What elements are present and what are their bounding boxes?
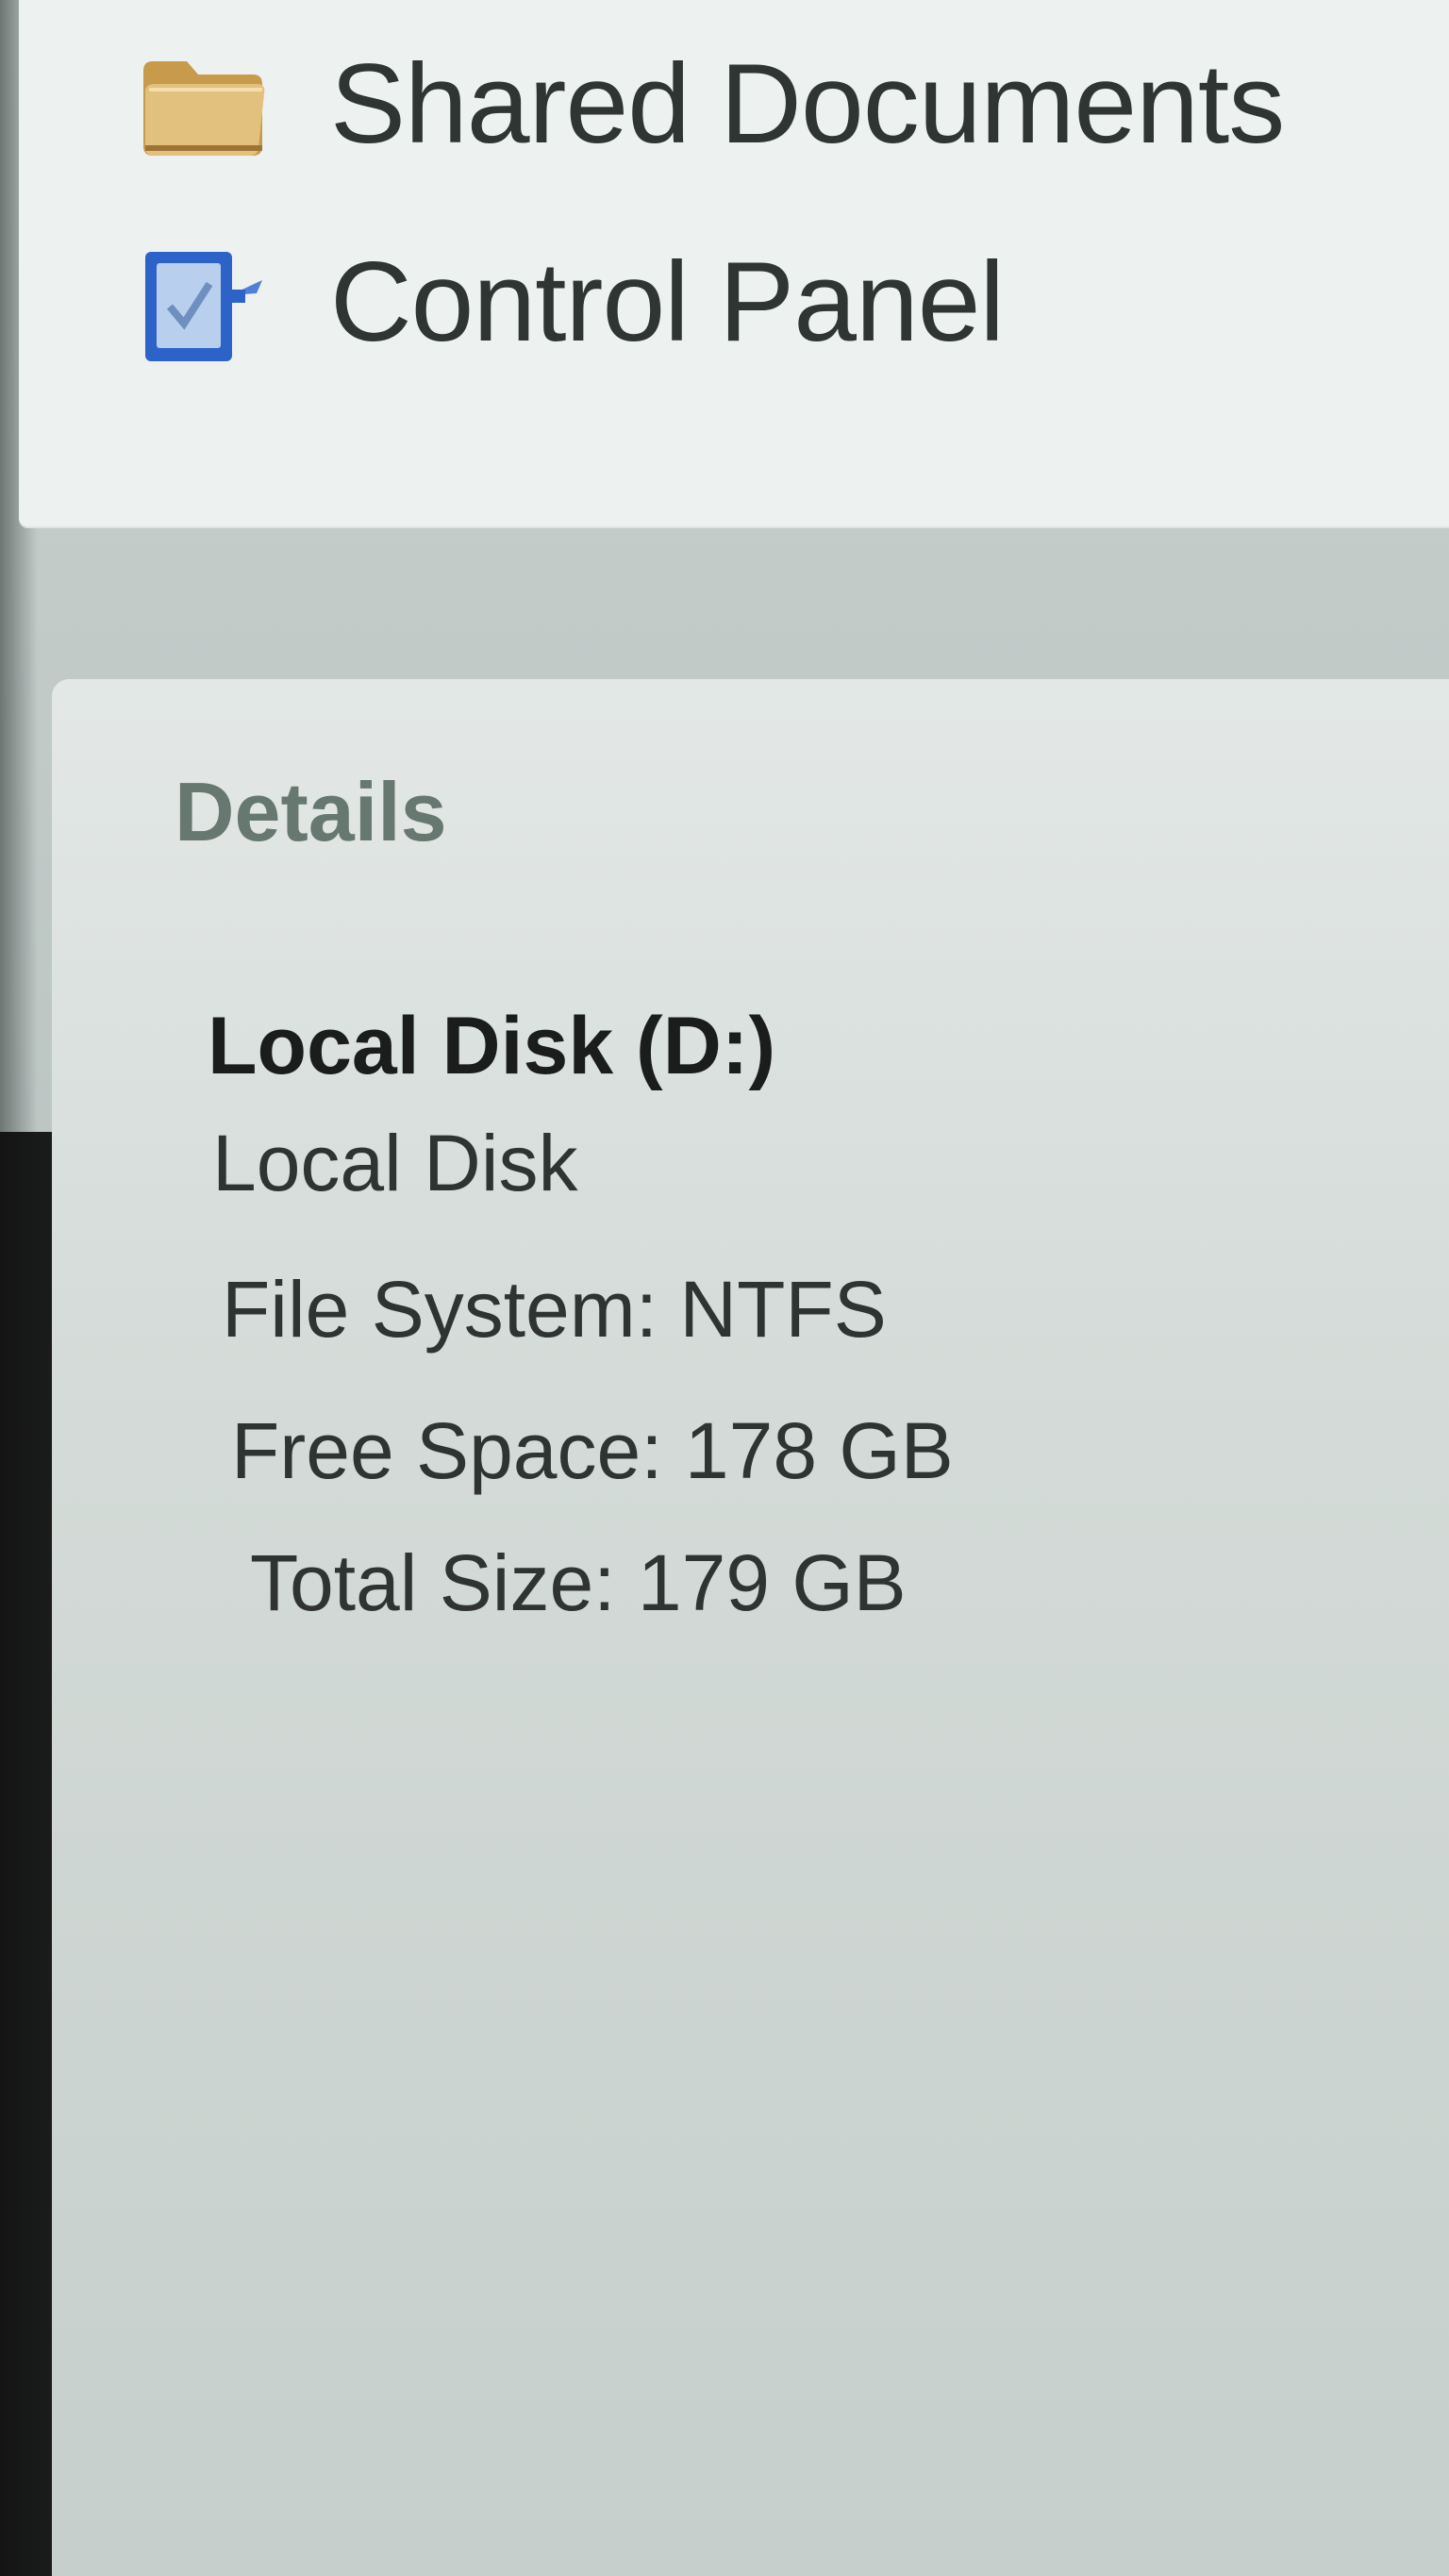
folder-icon [132, 33, 274, 175]
free-space-value: Free Space: 178 GB [231, 1406, 954, 1495]
total-size-value: Total Size: 179 GB [250, 1538, 907, 1627]
place-item-control-panel[interactable]: Control Panel [132, 222, 1005, 382]
control-panel-icon [132, 231, 274, 373]
file-system-value: File System: NTFS [222, 1265, 887, 1354]
details-panel: Details Local Disk (D:) Local Disk File … [52, 679, 1449, 2576]
place-item-label: Shared Documents [330, 41, 1285, 167]
place-item-label: Control Panel [330, 239, 1005, 365]
other-places-panel: Shared Documents Control Panel [19, 0, 1449, 528]
place-item-shared-documents[interactable]: Shared Documents [132, 24, 1285, 184]
explorer-task-pane: Shared Documents Control Panel Details L… [0, 0, 1449, 2576]
drive-type: Local Disk [212, 1119, 578, 1207]
details-header[interactable]: Details [175, 764, 447, 860]
drive-name: Local Disk (D:) [208, 1001, 776, 1091]
